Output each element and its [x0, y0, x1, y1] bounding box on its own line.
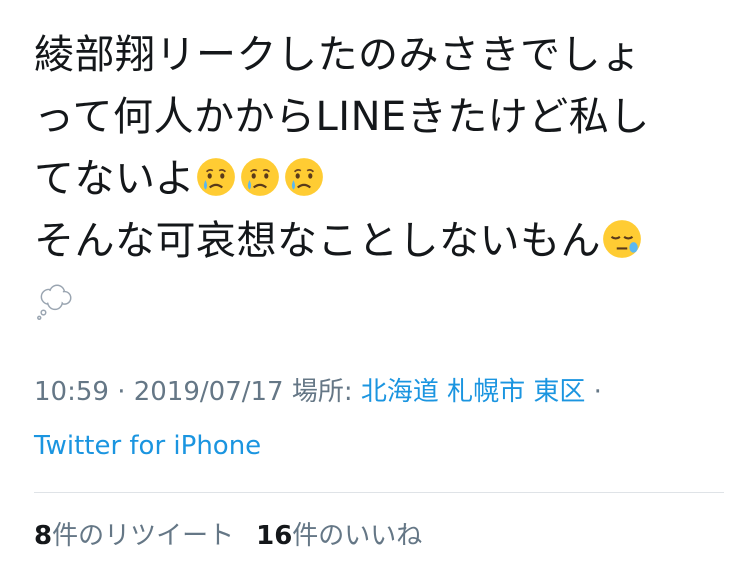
tweet-text: 綾部翔リークしたのみさきでしょ って何人かからLINEきたけど私し てないよ そ… [34, 24, 724, 334]
meta-separator: · [108, 377, 134, 407]
tweet-line-2: って何人かからLINEきたけど私し [34, 94, 650, 140]
source-link[interactable]: Twitter for iPhone [34, 431, 261, 461]
tweet-source-line: Twitter for iPhone [34, 428, 261, 464]
tweet-date: 2019/07/17 [133, 377, 284, 407]
divider [34, 492, 724, 493]
tweet-time: 10:59 [34, 377, 109, 407]
location-link[interactable]: 北海道 札幌市 東区 [361, 377, 586, 407]
tweet-line-4: そんな可哀想なことしないもん [34, 210, 724, 272]
tweet-line-3-text: てないよ [34, 156, 196, 202]
crying-face-icon [241, 158, 280, 196]
tweet-meta: 10:59 · 2019/07/17 場所: 北海道 札幌市 東区 · [34, 374, 602, 410]
like-label: 件のいいね [292, 521, 423, 551]
location-label: 場所: [283, 377, 361, 407]
tweet-line-4-text: そんな可哀想なことしないもん [34, 218, 601, 264]
tweet-line-3: てないよ [34, 148, 724, 210]
retweets-stat[interactable]: 8件のリツイート [34, 521, 234, 551]
crying-face-icon [197, 158, 236, 196]
tweet-line-1: 綾部翔リークしたのみさきでしょ [34, 32, 642, 78]
engagement-stats: 8件のリツイート 16件のいいね [34, 518, 422, 554]
like-count: 16 [256, 521, 293, 551]
tweet-line-5 [34, 272, 724, 334]
retweet-label: 件のリツイート [52, 521, 235, 551]
likes-stat[interactable]: 16件のいいね [256, 521, 422, 551]
sleepy-face-icon [603, 220, 641, 258]
retweet-count: 8 [34, 521, 53, 551]
crying-face-icon [285, 158, 324, 196]
thought-balloon-icon [37, 284, 72, 321]
meta-separator: · [585, 377, 602, 407]
